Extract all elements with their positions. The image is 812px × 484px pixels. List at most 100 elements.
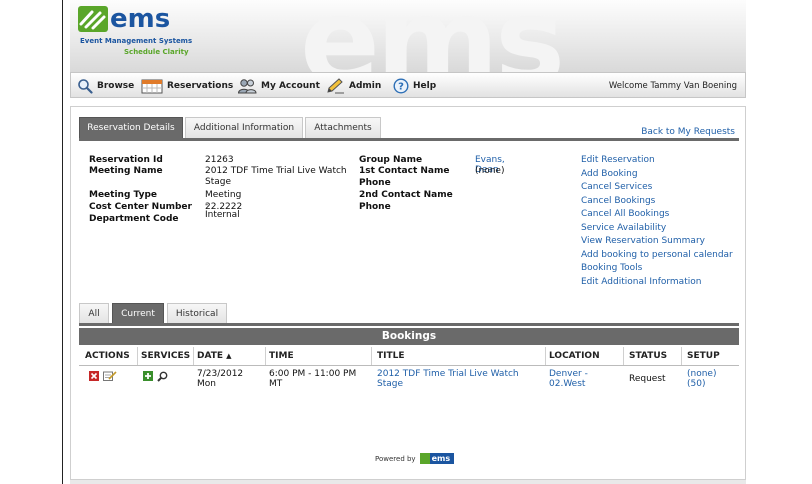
main-nav: Browse Reservations My Account Admin ? H… bbox=[70, 72, 746, 98]
edit-additional-information-link[interactable]: Edit Additional Information bbox=[581, 277, 733, 291]
row-actions bbox=[89, 371, 117, 384]
nav-admin[interactable]: Admin bbox=[325, 78, 381, 94]
ems-logo[interactable]: ems Event Management Systems Schedule Cl… bbox=[78, 4, 192, 66]
cost-center-value: 22.2222 bbox=[205, 202, 243, 212]
calendar-icon bbox=[141, 78, 163, 94]
first-contact-value: (none) bbox=[475, 166, 505, 176]
cancel-bookings-link[interactable]: Cancel Bookings bbox=[581, 196, 733, 210]
add-booking-personal-calendar-link[interactable]: Add booking to personal calendar bbox=[581, 250, 733, 264]
col-separator bbox=[623, 347, 624, 365]
booking-tab-underline bbox=[79, 323, 739, 326]
reservation-actions: Edit Reservation Add Booking Cancel Serv… bbox=[581, 155, 733, 290]
row-setup-link[interactable]: (none) (50) bbox=[687, 369, 716, 389]
nav-help[interactable]: ? Help bbox=[393, 78, 436, 94]
tab-historical[interactable]: Historical bbox=[167, 303, 227, 323]
row-setup-type: (none) bbox=[687, 369, 717, 379]
col-title[interactable]: TITLE bbox=[377, 351, 405, 361]
add-booking-link[interactable]: Add Booking bbox=[581, 169, 733, 183]
col-time[interactable]: TIME bbox=[269, 351, 294, 361]
first-phone-label: Phone bbox=[359, 178, 391, 188]
nav-browse-label: Browse bbox=[97, 81, 135, 91]
row-location-link[interactable]: Denver - 02.West bbox=[549, 369, 588, 389]
tab-attachments[interactable]: Attachments bbox=[305, 117, 381, 138]
powered-by: Powered by ems bbox=[375, 453, 454, 464]
tab-reservation-details[interactable]: Reservation Details bbox=[79, 117, 183, 138]
help-icon: ? bbox=[393, 78, 409, 94]
nav-reservations[interactable]: Reservations bbox=[141, 78, 233, 94]
col-separator bbox=[681, 347, 682, 365]
header-watermark: ems bbox=[300, 0, 565, 72]
row-title-link[interactable]: 2012 TDF Time Trial Live Watch Stage bbox=[377, 369, 537, 389]
row-timezone-value: MT bbox=[269, 379, 283, 389]
bookings-title: Bookings bbox=[79, 328, 739, 345]
nav-my-account-label: My Account bbox=[261, 81, 320, 91]
sort-ascending-icon: ▲ bbox=[226, 352, 232, 360]
cancel-all-bookings-link[interactable]: Cancel All Bookings bbox=[581, 209, 733, 223]
logo-text: ems bbox=[110, 4, 171, 34]
bookings-table-header: ACTIONS SERVICES DATE ▲ TIME TITLE LOCAT… bbox=[79, 347, 739, 366]
meeting-type-label: Meeting Type bbox=[89, 190, 158, 200]
tab-current[interactable]: Current bbox=[112, 303, 164, 323]
col-separator bbox=[137, 347, 138, 365]
col-separator bbox=[193, 347, 194, 365]
group-name-label: Group Name bbox=[359, 155, 423, 165]
back-to-my-requests-link[interactable]: Back to My Requests bbox=[641, 127, 735, 137]
cancel-services-link[interactable]: Cancel Services bbox=[581, 182, 733, 196]
users-icon bbox=[237, 78, 257, 94]
col-location[interactable]: LOCATION bbox=[549, 351, 600, 361]
nav-admin-label: Admin bbox=[349, 81, 382, 91]
nav-reservations-label: Reservations bbox=[167, 81, 234, 91]
cost-center-label: Cost Center Number bbox=[89, 202, 192, 212]
logo-mark-icon bbox=[78, 6, 108, 32]
row-date: 7/23/2012 Mon bbox=[197, 369, 243, 389]
col-actions: ACTIONS bbox=[85, 351, 130, 361]
department-code-label: Department Code bbox=[89, 214, 179, 224]
edit-icon[interactable] bbox=[103, 371, 117, 384]
nav-browse[interactable]: Browse bbox=[77, 78, 134, 94]
col-separator bbox=[265, 347, 266, 365]
delete-icon[interactable] bbox=[89, 371, 99, 384]
booking-tools-link[interactable]: Booking Tools bbox=[581, 263, 733, 277]
view-reservation-summary-link[interactable]: View Reservation Summary bbox=[581, 236, 733, 250]
reservation-panel: Reservation Details Additional Informati… bbox=[70, 106, 746, 480]
col-setup[interactable]: SETUP bbox=[687, 351, 720, 361]
add-service-icon[interactable] bbox=[143, 371, 153, 385]
tab-additional-information[interactable]: Additional Information bbox=[185, 117, 303, 138]
row-location-line2: 02.West bbox=[549, 379, 586, 389]
meeting-name-label: Meeting Name bbox=[89, 166, 163, 176]
nav-my-account[interactable]: My Account bbox=[237, 78, 320, 94]
left-divider bbox=[62, 0, 63, 484]
pencil-icon bbox=[325, 78, 345, 94]
second-phone-label: Phone bbox=[359, 202, 391, 212]
row-time: 6:00 PM - 11:00 PM MT bbox=[269, 369, 356, 389]
app-header: ems ems Event Management Systems Schedul… bbox=[70, 0, 746, 72]
row-status: Request bbox=[629, 374, 666, 384]
row-time-value: 6:00 PM - 11:00 PM bbox=[269, 369, 357, 379]
reservation-id-label: Reservation Id bbox=[89, 155, 163, 165]
footer-ems-logo[interactable]: ems bbox=[419, 453, 454, 464]
tab-all[interactable]: All bbox=[79, 303, 109, 323]
service-availability-link[interactable]: Service Availability bbox=[581, 223, 733, 237]
second-contact-label: 2nd Contact Name bbox=[359, 190, 453, 200]
reservation-id-value: 21263 bbox=[205, 155, 234, 165]
row-services bbox=[143, 371, 168, 385]
meeting-name-value: 2012 TDF Time Trial Live Watch Stage bbox=[205, 166, 347, 187]
logo-subtitle: Schedule Clarity bbox=[124, 48, 189, 56]
col-separator bbox=[371, 347, 372, 365]
row-date-value: 7/23/2012 bbox=[197, 369, 244, 379]
col-date-label: DATE bbox=[197, 351, 224, 361]
welcome-text: Welcome Tammy Van Boening bbox=[608, 81, 737, 91]
magnifier-icon bbox=[77, 78, 93, 94]
tab-underline bbox=[79, 138, 739, 141]
first-contact-label: 1st Contact Name bbox=[359, 166, 450, 176]
row-location-line1: Denver - bbox=[549, 369, 588, 379]
col-services: SERVICES bbox=[141, 351, 191, 361]
view-services-icon[interactable] bbox=[157, 371, 168, 385]
col-status[interactable]: STATUS bbox=[629, 351, 667, 361]
powered-by-text: Powered by bbox=[375, 454, 416, 463]
row-day-value: Mon bbox=[197, 379, 216, 389]
svg-text:?: ? bbox=[398, 82, 404, 93]
col-date[interactable]: DATE ▲ bbox=[197, 351, 232, 361]
row-setup-count: (50) bbox=[687, 379, 706, 389]
edit-reservation-link[interactable]: Edit Reservation bbox=[581, 155, 733, 169]
